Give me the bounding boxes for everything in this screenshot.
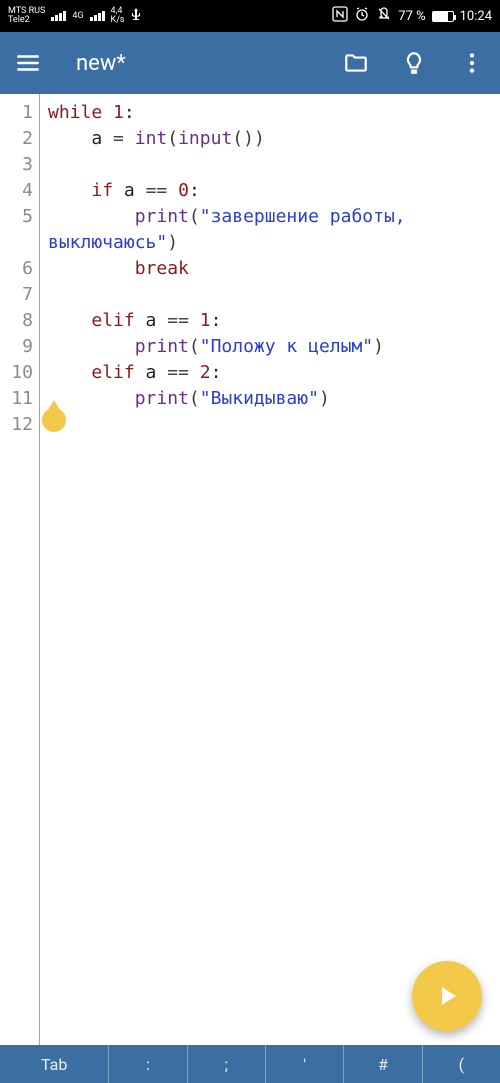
code-line[interactable]: break — [48, 256, 496, 282]
run-button[interactable] — [412, 961, 482, 1031]
line-number: 3 — [0, 152, 39, 178]
symbol-bar: Tab : ; ' # ( — [0, 1045, 500, 1083]
line-number: 2 — [0, 126, 39, 152]
status-left: MTS RUS Tele2 4G 4,4K/s — [8, 7, 141, 25]
clock: 10:24 — [460, 9, 492, 24]
line-number: 6 — [0, 256, 39, 282]
carrier-2: Tele2 — [8, 16, 45, 25]
code-line[interactable]: a = int(input()) — [48, 126, 496, 152]
more-icon[interactable] — [452, 43, 492, 83]
nfc-icon — [332, 6, 348, 26]
code-line[interactable] — [48, 282, 496, 308]
key-hash[interactable]: # — [344, 1045, 422, 1083]
line-gutter: 123456789101112 — [0, 94, 40, 1045]
code-line[interactable] — [48, 412, 496, 438]
app-bar: new* — [0, 32, 500, 94]
file-title: new* — [76, 51, 318, 76]
line-number: 11 — [0, 386, 39, 412]
code-line[interactable]: print("завершение работы, выключаюсь") — [48, 204, 496, 256]
alarm-icon — [354, 6, 370, 26]
line-number: 10 — [0, 360, 39, 386]
menu-icon[interactable] — [8, 43, 48, 83]
line-number: 7 — [0, 282, 39, 308]
code-line[interactable]: print("Выкидываю") — [48, 386, 496, 412]
line-number: 12 — [0, 412, 39, 438]
code-line[interactable]: elif a == 2: — [48, 360, 496, 386]
line-number: 1 — [0, 100, 39, 126]
bulb-icon[interactable] — [394, 43, 434, 83]
code-line[interactable]: while 1: — [48, 100, 496, 126]
signal-icon-2 — [90, 11, 105, 21]
code-line[interactable]: if a == 0: — [48, 178, 496, 204]
network-tag: 4G — [72, 11, 83, 21]
folder-icon[interactable] — [336, 43, 376, 83]
net-speed: 4,4K/s — [111, 7, 125, 25]
line-number: 8 — [0, 308, 39, 334]
key-tab[interactable]: Tab — [0, 1045, 109, 1083]
key-quote[interactable]: ' — [266, 1045, 344, 1083]
code-line[interactable] — [48, 152, 496, 178]
line-number: 5 — [0, 204, 39, 256]
key-semicolon[interactable]: ; — [188, 1045, 266, 1083]
editor[interactable]: 123456789101112 while 1: a = int(input()… — [0, 94, 500, 1045]
line-number: 9 — [0, 334, 39, 360]
battery-percent: 77 % — [398, 9, 425, 24]
key-colon[interactable]: : — [109, 1045, 187, 1083]
code-line[interactable]: print("Положу к целым") — [48, 334, 496, 360]
key-paren[interactable]: ( — [423, 1045, 500, 1083]
code-line[interactable]: elif a == 1: — [48, 308, 496, 334]
carrier-labels: MTS RUS Tele2 — [8, 7, 45, 25]
mute-icon — [376, 6, 392, 26]
status-right: 77 % 10:24 — [332, 6, 492, 26]
code-area[interactable]: while 1: a = int(input()) if a == 0: pri… — [40, 94, 500, 1045]
status-bar: MTS RUS Tele2 4G 4,4K/s 77 % 10:24 — [0, 0, 500, 32]
usb-icon — [131, 8, 141, 25]
battery-icon — [432, 11, 454, 22]
cursor-handle[interactable] — [42, 408, 66, 432]
line-number: 4 — [0, 178, 39, 204]
signal-icon-1 — [51, 11, 66, 21]
